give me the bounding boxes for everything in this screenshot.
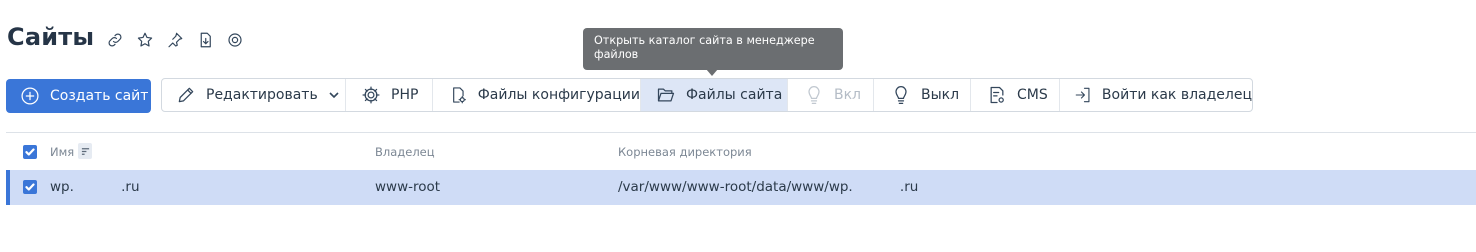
tooltip-arrow [706, 69, 718, 76]
enable-label: Вкл [834, 87, 862, 103]
enable-button[interactable]: Вкл [788, 79, 874, 111]
toolbar: Редактировать PHP Файлы конфигурации Фай… [161, 78, 1253, 112]
cms-button[interactable]: CMS [971, 79, 1060, 111]
cms-icon [990, 86, 1004, 104]
tooltip: Открыть каталог сайта в менеджере файлов [583, 28, 843, 70]
folder-open-icon [657, 88, 675, 102]
title-actions [104, 29, 246, 51]
disable-button[interactable]: Выкл [874, 79, 971, 111]
lightbulb-off-icon [895, 86, 907, 104]
login-icon [1075, 87, 1090, 103]
chevron-down-icon [329, 92, 339, 99]
config-file-icon [453, 87, 466, 104]
link-icon[interactable] [104, 29, 126, 51]
config-files-button[interactable]: Файлы конфигурации [433, 79, 641, 111]
table-row[interactable]: wp. .ru www-root /var/www/www-root/data/… [6, 170, 1476, 205]
site-files-button[interactable]: Файлы сайта [641, 79, 788, 111]
create-site-label: Создать сайт [50, 88, 149, 104]
edit-label: Редактировать [206, 87, 318, 103]
star-icon[interactable] [134, 29, 156, 51]
pencil-icon [178, 87, 194, 103]
cms-label: CMS [1017, 87, 1048, 103]
gear-icon [362, 86, 380, 104]
table-header: Имя Владелец Корневая директория [6, 140, 1476, 166]
edit-button[interactable]: Редактировать [162, 79, 346, 111]
login-as-owner-label: Войти как владелец [1101, 87, 1252, 103]
site-name-cell: wp. .ru [50, 179, 140, 195]
root-dir-cell: /var/www/www-root/data/www/wp. .ru [618, 179, 919, 195]
config-files-label: Файлы конфигурации [477, 87, 640, 103]
site-files-label: Файлы сайта [686, 87, 783, 103]
column-header-root[interactable]: Корневая директория [618, 145, 752, 159]
login-as-owner-button[interactable]: Войти как владелец [1060, 79, 1252, 111]
selected-row-marker [6, 170, 10, 205]
pin-icon[interactable] [164, 29, 186, 51]
plus-circle-icon [21, 87, 39, 105]
disable-label: Выкл [921, 87, 960, 103]
page-title: Сайты [7, 23, 95, 51]
create-site-button[interactable]: Создать сайт [6, 79, 151, 113]
owner-cell: www-root [375, 179, 441, 195]
sort-icon[interactable] [78, 143, 92, 159]
row-checkbox[interactable] [23, 180, 37, 194]
download-file-icon[interactable] [194, 29, 216, 51]
php-label: PHP [391, 87, 419, 103]
column-header-owner[interactable]: Владелец [375, 145, 435, 159]
select-all-checkbox[interactable] [23, 145, 37, 159]
help-icon[interactable] [224, 29, 246, 51]
table-divider [6, 132, 1476, 133]
php-button[interactable]: PHP [346, 79, 433, 111]
lightbulb-icon [808, 86, 820, 104]
column-header-name[interactable]: Имя [50, 145, 74, 159]
